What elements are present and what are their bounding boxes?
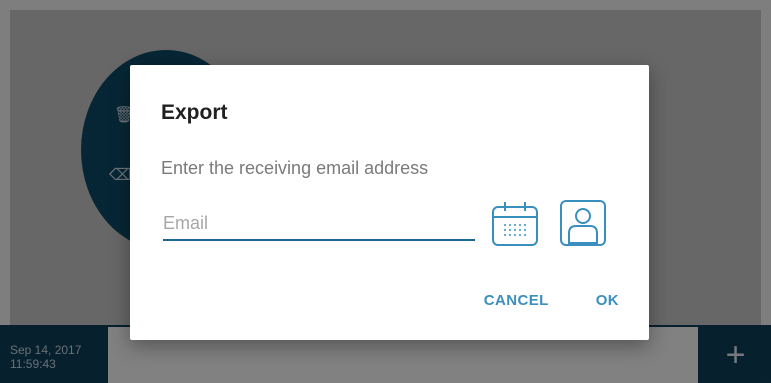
dialog-actions: CANCEL OK: [484, 292, 619, 309]
export-dialog: Export Enter the receiving email address…: [130, 65, 649, 340]
dialog-title: Export: [161, 101, 228, 124]
calendar-button[interactable]: [490, 198, 540, 248]
calendar-icon: [492, 202, 538, 246]
cancel-button[interactable]: CANCEL: [484, 292, 549, 309]
email-field[interactable]: [163, 207, 475, 241]
ok-button[interactable]: OK: [596, 292, 619, 309]
contact-icon: [560, 200, 606, 246]
dialog-message: Enter the receiving email address: [161, 158, 429, 178]
contact-button[interactable]: [558, 198, 608, 248]
